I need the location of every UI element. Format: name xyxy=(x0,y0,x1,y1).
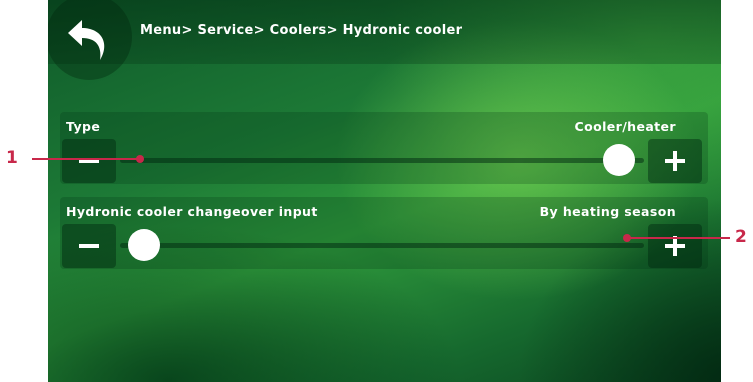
slider-thumb[interactable] xyxy=(128,229,160,261)
back-arrow-icon xyxy=(68,20,105,60)
callout-number-1: 1 xyxy=(6,148,18,168)
setting-row-changeover-input: Hydronic cooler changeover input By heat… xyxy=(60,197,708,269)
minus-icon xyxy=(79,159,99,163)
minus-icon xyxy=(79,244,99,248)
breadcrumb: Menu> Service> Coolers> Hydronic cooler xyxy=(140,23,463,38)
callout-line-1 xyxy=(32,158,138,160)
back-button[interactable] xyxy=(62,20,114,64)
setting-slider[interactable] xyxy=(120,229,644,261)
callout-dot-1 xyxy=(136,155,144,163)
callout-number-2: 2 xyxy=(735,227,747,247)
callout-line-2 xyxy=(628,237,730,239)
setting-value: By heating season xyxy=(539,204,676,219)
decrease-button[interactable] xyxy=(62,224,116,268)
device-screen: Menu> Service> Coolers> Hydronic cooler … xyxy=(48,0,721,382)
figure: Menu> Service> Coolers> Hydronic cooler … xyxy=(0,0,753,382)
slider-thumb[interactable] xyxy=(603,144,635,176)
plus-icon xyxy=(665,151,685,171)
setting-row-type: Type Cooler/heater xyxy=(60,112,708,184)
setting-slider[interactable] xyxy=(120,144,644,176)
plus-icon xyxy=(665,236,685,256)
setting-label: Type xyxy=(66,119,101,134)
setting-label: Hydronic cooler changeover input xyxy=(66,204,318,219)
increase-button[interactable] xyxy=(648,139,702,183)
increase-button[interactable] xyxy=(648,224,702,268)
setting-value: Cooler/heater xyxy=(574,119,676,134)
decrease-button[interactable] xyxy=(62,139,116,183)
